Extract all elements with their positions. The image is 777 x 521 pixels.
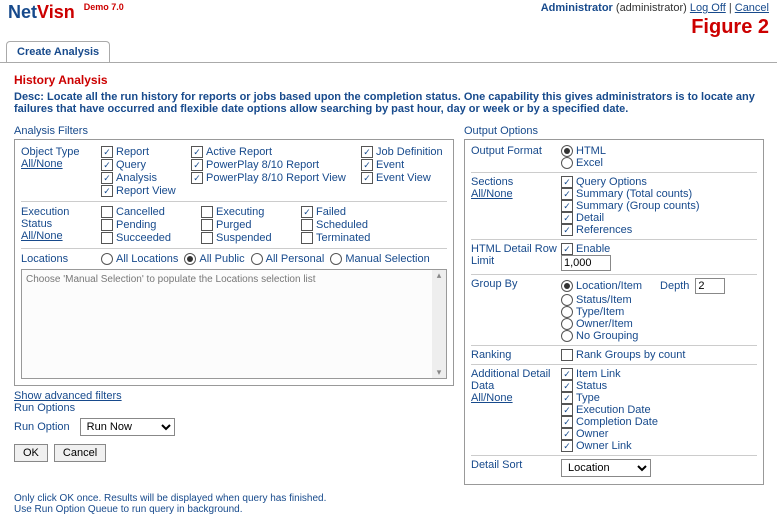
add-detail-label: Additional Detail Data <box>471 368 561 392</box>
rb-excel[interactable] <box>561 157 573 169</box>
htmlrow-label: HTML Detail Row Limit <box>471 243 561 267</box>
logo-net: Net <box>8 2 37 22</box>
rb-html[interactable] <box>561 145 573 157</box>
logo-visn: Visn <box>37 2 75 22</box>
run-options-label: Run Options <box>14 402 454 414</box>
page-title: History Analysis <box>14 73 763 87</box>
filters-panel: Object Type All/None ✓Report ✓Query ✓Ana… <box>14 139 454 386</box>
rb-gb-none[interactable] <box>561 330 573 342</box>
cb-event[interactable]: ✓ <box>361 159 373 171</box>
cb-ownerlink[interactable]: ✓ <box>561 440 573 452</box>
cb-query[interactable]: ✓ <box>101 159 113 171</box>
rb-manual-selection[interactable] <box>330 253 342 265</box>
run-option-select[interactable]: Run Now <box>80 418 175 436</box>
rb-gb-status[interactable] <box>561 294 573 306</box>
depth-input[interactable] <box>695 278 725 294</box>
cb-pp810rv[interactable]: ✓ <box>191 172 203 184</box>
loc-placeholder: Choose 'Manual Selection' to populate th… <box>26 274 316 285</box>
add-allnone[interactable]: All/None <box>471 392 513 404</box>
object-type-label: Object Type <box>21 146 101 158</box>
cb-executing[interactable] <box>201 206 213 218</box>
rb-gb-type[interactable] <box>561 306 573 318</box>
show-advanced-filters[interactable]: Show advanced filters <box>14 390 122 402</box>
cb-report[interactable]: ✓ <box>101 146 113 158</box>
detail-sort-select[interactable]: Location <box>561 459 651 477</box>
cb-terminated[interactable] <box>301 232 313 244</box>
cb-type[interactable]: ✓ <box>561 392 573 404</box>
rb-all-personal[interactable] <box>251 253 263 265</box>
es-allnone[interactable]: All/None <box>21 230 63 242</box>
cb-failed[interactable]: ✓ <box>301 206 313 218</box>
cb-jobdef[interactable]: ✓ <box>361 146 373 158</box>
cb-sec-sumgrp[interactable]: ✓ <box>561 200 573 212</box>
exec-status-label: Execution Status <box>21 206 101 230</box>
scroll-down-icon[interactable]: ▾ <box>432 367 446 378</box>
rb-gb-owner[interactable] <box>561 318 573 330</box>
cb-suspended[interactable] <box>201 232 213 244</box>
cb-enable-limit[interactable]: ✓ <box>561 243 573 255</box>
cb-sec-query[interactable]: ✓ <box>561 176 573 188</box>
cb-owner[interactable]: ✓ <box>561 428 573 440</box>
cb-activereport[interactable]: ✓ <box>191 146 203 158</box>
output-title: Output Options <box>464 125 764 137</box>
rb-gb-loc[interactable] <box>561 280 573 292</box>
cb-analysis[interactable]: ✓ <box>101 172 113 184</box>
cancel-top-link[interactable]: Cancel <box>735 2 769 14</box>
rb-all-locations[interactable] <box>101 253 113 265</box>
row-limit-input[interactable] <box>561 255 611 271</box>
depth-label: Depth <box>660 280 689 292</box>
groupby-label: Group By <box>471 278 561 290</box>
cb-sec-detail[interactable]: ✓ <box>561 212 573 224</box>
desc-label: Desc: <box>14 91 47 103</box>
cancel-button[interactable]: Cancel <box>54 444 106 462</box>
scroll-up-icon[interactable]: ▴ <box>432 270 446 281</box>
ranking-label: Ranking <box>471 349 561 361</box>
detail-sort-label: Detail Sort <box>471 459 561 471</box>
sections-label: Sections <box>471 176 561 188</box>
cb-rank[interactable] <box>561 349 573 361</box>
cb-sec-refs[interactable]: ✓ <box>561 224 573 236</box>
cb-scheduled[interactable] <box>301 219 313 231</box>
tab-create-analysis[interactable]: Create Analysis <box>6 41 110 62</box>
sections-allnone[interactable]: All/None <box>471 188 513 200</box>
cb-cancelled[interactable] <box>101 206 113 218</box>
logoff-link[interactable]: Log Off <box>690 2 726 14</box>
cb-sec-sumtot[interactable]: ✓ <box>561 188 573 200</box>
admin-role: Administrator <box>541 2 613 14</box>
figure-label: Figure 2 <box>541 16 769 39</box>
cb-succeeded[interactable] <box>101 232 113 244</box>
run-option-fieldlabel: Run Option <box>14 421 70 433</box>
output-panel: Output Format HTML Excel Sections All/No… <box>464 139 764 485</box>
admin-user: (administrator) <box>616 2 687 14</box>
cb-eventview[interactable]: ✓ <box>361 172 373 184</box>
cb-reportview[interactable]: ✓ <box>101 185 113 197</box>
version-label: Demo 7.0 <box>84 2 124 12</box>
locations-listbox[interactable]: Choose 'Manual Selection' to populate th… <box>21 269 447 379</box>
output-format-label: Output Format <box>471 145 561 157</box>
cb-status[interactable]: ✓ <box>561 380 573 392</box>
cb-purged[interactable] <box>201 219 213 231</box>
loc-label: Locations <box>21 253 101 265</box>
logo: NetVisn <box>8 2 80 22</box>
cb-itemlink[interactable]: ✓ <box>561 368 573 380</box>
desc-text: Locate all the run history for reports o… <box>14 91 755 115</box>
ok-button[interactable]: OK <box>14 444 48 462</box>
loc-scrollbar[interactable]: ▴ ▾ <box>432 270 446 378</box>
filters-title: Analysis Filters <box>14 125 454 137</box>
cb-execdate[interactable]: ✓ <box>561 404 573 416</box>
cb-pending[interactable] <box>101 219 113 231</box>
rb-all-public[interactable] <box>184 253 196 265</box>
footer-line1: Only click OK once. Results will be disp… <box>14 493 763 504</box>
ot-allnone[interactable]: All/None <box>21 158 63 170</box>
cb-pp810r[interactable]: ✓ <box>191 159 203 171</box>
cb-compdate[interactable]: ✓ <box>561 416 573 428</box>
